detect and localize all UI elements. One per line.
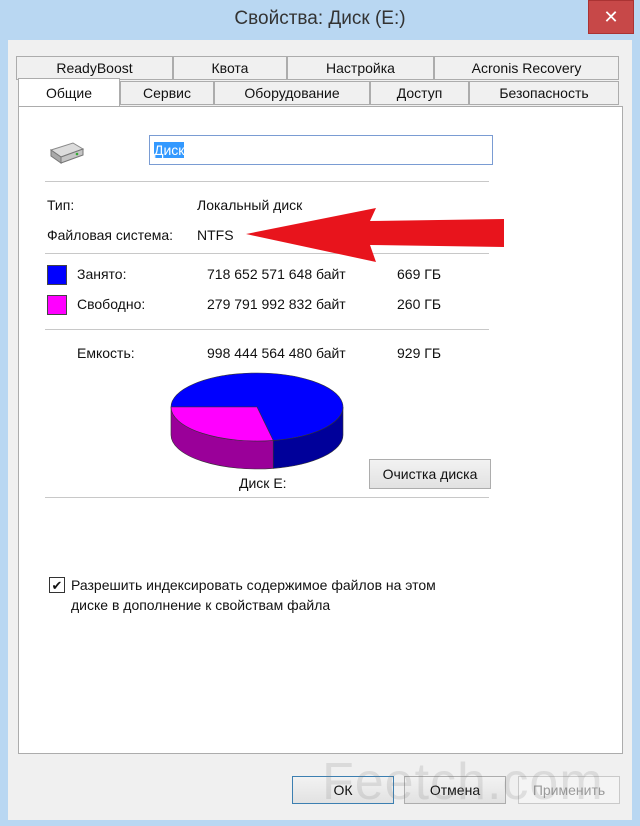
cancel-button[interactable]: Отмена	[404, 776, 506, 804]
tab-label: ReadyBoost	[56, 60, 133, 76]
window-title: Свойства: Диск (E:)	[234, 8, 406, 29]
index-checkbox[interactable]: ✔	[49, 577, 65, 593]
capacity-bytes: 998 444 564 480 байт	[207, 345, 346, 361]
tab-label: Безопасность	[499, 85, 589, 101]
tab-readyboost[interactable]: ReadyBoost	[16, 56, 173, 80]
red-arrow-annotation	[246, 208, 504, 262]
drive-name-field[interactable]: Диск	[149, 135, 493, 165]
index-checkbox-label-line1: Разрешить индексировать содержимое файло…	[71, 577, 436, 593]
tab-hardware[interactable]: Оборудование	[214, 81, 370, 105]
ok-button[interactable]: ОК	[292, 776, 394, 804]
tab-quota[interactable]: Квота	[173, 56, 287, 80]
tab-label: Доступ	[396, 85, 443, 101]
tab-general[interactable]: Общие	[18, 78, 120, 106]
index-checkbox-label[interactable]: Разрешить индексировать содержимое файло…	[71, 575, 436, 615]
disk-cleanup-button[interactable]: Очистка диска	[369, 459, 491, 489]
tab-customize[interactable]: Настройка	[287, 56, 434, 80]
disk-usage-pie	[170, 372, 344, 470]
tab-acronis-recovery[interactable]: Acronis Recovery	[434, 56, 619, 80]
general-tab-panel: Диск Тип: Локальный диск Файловая систем…	[18, 106, 623, 754]
tab-tools[interactable]: Сервис	[120, 81, 214, 105]
capacity-size: 929 ГБ	[397, 345, 442, 361]
close-button[interactable]: ✕	[588, 0, 634, 34]
filesystem-value: NTFS	[197, 227, 234, 243]
type-label: Тип:	[47, 197, 75, 213]
free-color-swatch	[47, 295, 67, 315]
tab-security[interactable]: Безопасность	[469, 81, 619, 105]
capacity-label: Емкость:	[77, 345, 135, 361]
tab-label: Оборудование	[244, 85, 340, 101]
close-icon: ✕	[603, 6, 619, 27]
free-bytes: 279 791 992 832 байт	[207, 296, 346, 312]
apply-button[interactable]: Применить	[518, 776, 620, 804]
separator	[45, 497, 489, 498]
used-color-swatch	[47, 265, 67, 285]
drive-name-value: Диск	[154, 142, 185, 158]
checkmark-icon: ✔	[51, 577, 63, 593]
tab-label: Сервис	[143, 85, 191, 101]
drive-caption: Диск E:	[239, 475, 287, 491]
dialog-client-area: ReadyBoost Квота Настройка Acronis Recov…	[8, 40, 632, 820]
free-size: 260 ГБ	[397, 296, 442, 312]
tab-label: Квота	[211, 60, 249, 76]
tab-label: Настройка	[326, 60, 395, 76]
filesystem-label: Файловая система:	[47, 227, 174, 243]
tab-label: Общие	[45, 84, 93, 101]
hard-drive-icon	[49, 142, 85, 164]
separator	[45, 329, 489, 330]
tab-label: Acronis Recovery	[471, 60, 582, 76]
index-checkbox-label-line2: диске в дополнение к свойствам файла	[71, 597, 331, 613]
properties-window: Свойства: Диск (E:) ✕ ReadyBoost Квота Н…	[0, 0, 640, 826]
free-label: Свободно:	[77, 296, 146, 312]
arrow-shape	[246, 208, 504, 262]
tab-sharing[interactable]: Доступ	[370, 81, 469, 105]
used-bytes: 718 652 571 648 байт	[207, 266, 346, 282]
separator	[45, 181, 489, 182]
title-bar[interactable]: Свойства: Диск (E:) ✕	[0, 0, 640, 40]
used-label: Занято:	[77, 266, 127, 282]
used-size: 669 ГБ	[397, 266, 442, 282]
